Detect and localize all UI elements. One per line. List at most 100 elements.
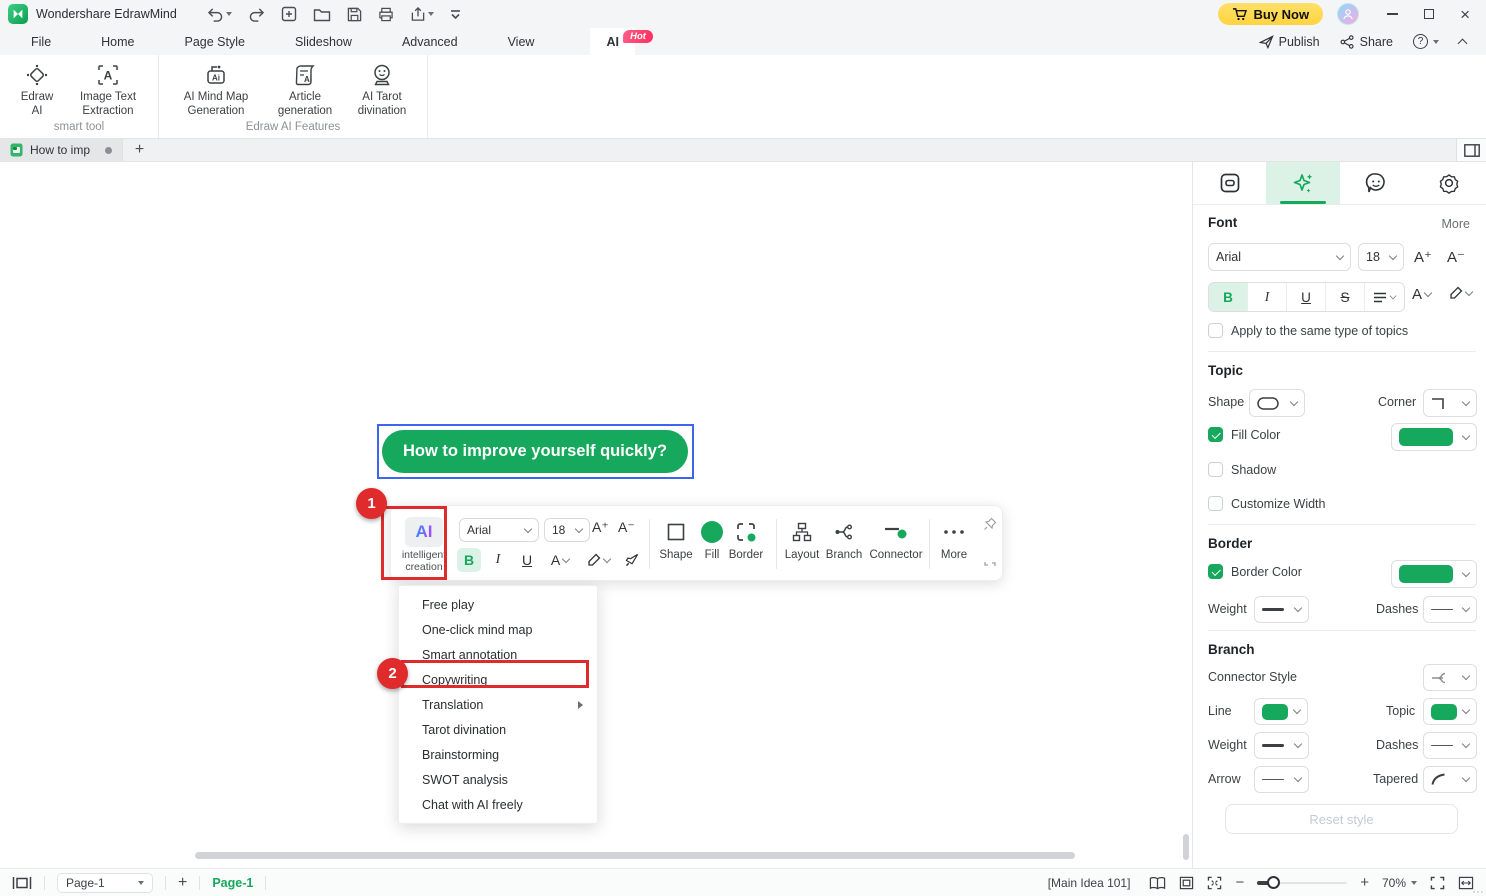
customize-width-checkbox[interactable] [1208,496,1223,511]
sidebar-decrease-font-button[interactable]: A⁻ [1447,248,1465,266]
border-color-select[interactable] [1391,560,1477,588]
border-color-checkbox[interactable] [1208,564,1223,579]
sidebar-highlighter-button[interactable] [1449,286,1474,300]
ai-tarot-divination-button[interactable]: AI Tarot divination [347,62,417,118]
fill-color-select[interactable] [1391,423,1477,451]
branch-arrow-select[interactable] [1254,766,1309,793]
font-size-select[interactable]: 18 [544,518,590,542]
print-button[interactable] [378,7,394,22]
format-painter-button[interactable] [620,548,644,572]
fullscreen-button[interactable] [1430,876,1445,890]
edraw-ai-button[interactable]: Edraw AI [10,62,64,118]
account-avatar[interactable] [1337,3,1360,25]
apply-same-type-checkbox[interactable] [1208,323,1223,338]
branch-line-color-select[interactable] [1254,698,1308,725]
tab-topic-style[interactable] [1193,162,1266,204]
zoom-level-select[interactable]: 70% [1382,876,1417,890]
sidebar-bold-button[interactable]: B [1209,283,1248,311]
new-tab-button[interactable]: + [122,139,156,161]
page-tab[interactable]: Page-1 [212,876,253,890]
buy-now-button[interactable]: Buy Now [1218,3,1324,25]
border-weight-select[interactable] [1254,596,1309,623]
zoom-in-button[interactable]: + [1360,874,1369,891]
maximize-button[interactable] [1424,9,1435,19]
sidebar-strikethrough-button[interactable]: S [1326,283,1365,311]
menu-home[interactable]: Home [95,28,140,55]
menu-item-tarot-divination[interactable]: Tarot divination [399,717,597,742]
outline-view-button[interactable] [1149,876,1166,890]
menu-view[interactable]: View [502,28,541,55]
shape-select[interactable] [1249,389,1305,417]
highlighter-button[interactable] [581,548,615,572]
redo-button[interactable] [248,7,265,22]
menu-advanced[interactable]: Advanced [396,28,464,55]
menu-item-translation[interactable]: Translation [399,692,597,717]
corner-select[interactable] [1423,389,1477,417]
more-button[interactable]: More [931,517,977,561]
tab-settings[interactable] [1413,162,1486,204]
toggle-sidebar-button[interactable] [1456,139,1486,161]
close-button[interactable]: × [1460,6,1470,23]
share-button[interactable]: Share [1340,35,1393,49]
article-generation-button[interactable]: Ai Article generation [267,62,343,118]
menu-slideshow[interactable]: Slideshow [289,28,358,55]
add-page-button[interactable]: + [178,874,187,892]
help-button[interactable]: ? [1413,34,1439,49]
sidebar-align-button[interactable] [1365,283,1404,311]
fill-color-checkbox[interactable] [1208,427,1223,442]
minimize-button[interactable] [1387,13,1399,15]
branch-dashes-select[interactable] [1423,732,1477,759]
menu-item-one-click-mind-map[interactable]: One-click mind map [399,617,597,642]
menu-file[interactable]: File [25,28,57,55]
border-dashes-select[interactable] [1423,596,1477,623]
customize-toolbar-button[interactable] [450,8,461,20]
reset-style-button[interactable]: Reset style [1225,804,1458,834]
menu-item-swot-analysis[interactable]: SWOT analysis [399,767,597,792]
branch-topic-color-select[interactable] [1423,698,1477,725]
save-button[interactable] [347,7,362,22]
shadow-checkbox[interactable] [1208,462,1223,477]
fit-map-button[interactable] [1179,876,1194,890]
export-button[interactable] [410,6,434,22]
sidebar-font-color-button[interactable]: A [1412,286,1433,303]
branch-tapered-select[interactable] [1423,766,1477,793]
font-color-button[interactable]: A [544,548,576,572]
tab-stickers[interactable] [1340,162,1413,204]
tab-ai-style[interactable] [1266,162,1340,204]
slideshow-view-button[interactable] [12,876,32,890]
zoom-out-button[interactable]: − [1235,874,1244,891]
menu-item-chat-with-ai[interactable]: Chat with AI freely [399,792,597,817]
connector-style-select[interactable] [1423,664,1477,691]
font-more-button[interactable]: More [1442,217,1470,231]
vertical-scrollbar[interactable] [1183,834,1189,860]
connector-button[interactable]: Connector [866,517,926,561]
fit-window-button[interactable] [1207,876,1222,890]
zoom-slider[interactable] [1257,875,1348,889]
menu-item-free-play[interactable]: Free play [399,592,597,617]
image-text-extraction-button[interactable]: A Image Text Extraction [68,62,148,118]
horizontal-scrollbar[interactable] [195,852,1075,859]
collapse-toolbar-button[interactable] [984,558,996,570]
zoom-slider-knob[interactable] [1267,875,1281,889]
ai-mind-map-generation-button[interactable]: Ai AI Mind Map Generation [169,62,263,118]
menu-page-style[interactable]: Page Style [179,28,251,55]
font-family-select[interactable]: Arial [459,518,539,542]
sidebar-font-size-select[interactable]: 18 [1358,243,1404,271]
branch-weight-select[interactable] [1254,732,1309,759]
increase-font-button[interactable]: A⁺ [592,519,609,536]
main-topic-node[interactable]: How to improve yourself quickly? [382,430,688,473]
sidebar-increase-font-button[interactable]: A⁺ [1414,248,1432,266]
menu-item-brainstorming[interactable]: Brainstorming [399,742,597,767]
bold-button[interactable]: B [457,548,481,572]
sidebar-underline-button[interactable]: U [1287,283,1326,311]
collapse-ribbon-button[interactable] [1457,38,1468,48]
open-file-button[interactable] [313,7,331,22]
sidebar-italic-button[interactable]: I [1248,283,1287,311]
pin-toolbar-button[interactable] [983,517,997,531]
layout-button[interactable]: Layout [778,517,826,561]
publish-button[interactable]: Publish [1258,35,1320,49]
sidebar-font-family-select[interactable]: Arial [1208,243,1351,271]
mindmap-canvas[interactable]: How to improve yourself quickly? AI inte… [0,162,1192,868]
new-document-button[interactable] [281,6,297,22]
branch-button[interactable]: Branch [820,517,868,561]
